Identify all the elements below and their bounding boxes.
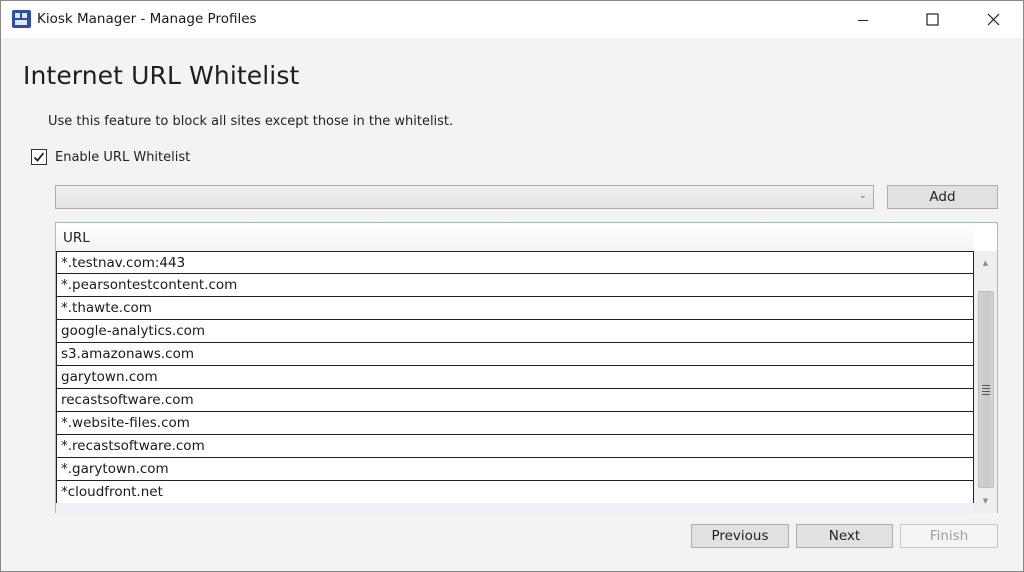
scroll-down-arrow-icon[interactable]: ▼ (974, 491, 997, 511)
minimize-button[interactable] (840, 1, 886, 38)
url-list-item[interactable]: *.website-files.com (56, 412, 974, 435)
maximize-icon (925, 13, 939, 26)
url-list-item[interactable]: s3.amazonaws.com (56, 343, 974, 366)
url-rows: *.testnav.com:443 *.pearsontestcontent.co… (56, 251, 974, 504)
scroll-up-arrow-icon[interactable]: ▲ (974, 253, 997, 273)
checkmark-icon (33, 152, 45, 162)
url-list-item[interactable]: *.pearsontestcontent.com (56, 274, 974, 297)
url-list-item[interactable]: garytown.com (56, 366, 974, 389)
chevron-down-icon[interactable]: ⌄ (859, 190, 867, 201)
minimize-icon (858, 19, 868, 21)
vertical-scrollbar[interactable]: ▲ ▼ (974, 251, 997, 513)
checkbox-label: Enable URL Whitelist (55, 149, 191, 165)
maximize-button[interactable] (909, 1, 955, 38)
url-list-item[interactable]: google-analytics.com (56, 320, 974, 343)
close-button[interactable] (970, 1, 1016, 38)
add-button[interactable]: Add (887, 185, 998, 209)
checkbox-box[interactable] (31, 149, 47, 165)
enable-url-whitelist-checkbox[interactable]: Enable URL Whitelist (31, 148, 190, 166)
url-list-item[interactable]: *.recastsoftware.com (56, 435, 974, 458)
kiosk-manager-window: Kiosk Manager - Manage Profiles Internet… (0, 0, 1024, 572)
url-list-item[interactable]: *.testnav.com:443 (56, 251, 974, 274)
app-icon (12, 10, 31, 28)
url-combobox[interactable]: ⌄ (55, 185, 874, 209)
title-bar: Kiosk Manager - Manage Profiles (1, 1, 1023, 38)
previous-button[interactable]: Previous (691, 524, 789, 548)
column-header-url[interactable]: URL (56, 223, 974, 251)
url-list-item[interactable]: *cloudfront.net (56, 481, 974, 504)
list-footer (56, 503, 974, 513)
page-title: Internet URL Whitelist (23, 61, 300, 90)
finish-button[interactable]: Finish (900, 524, 998, 548)
page-description: Use this feature to block all sites exce… (48, 114, 454, 129)
close-icon (987, 13, 999, 26)
url-list-item[interactable]: *.garytown.com (56, 458, 974, 481)
url-list: URL *.testnav.com:443 *.pearsontestconten… (55, 222, 998, 513)
scrollbar-thumb[interactable] (978, 291, 994, 488)
grip-icon (982, 385, 990, 397)
window-title: Kiosk Manager - Manage Profiles (37, 11, 257, 27)
url-list-item[interactable]: *.thawte.com (56, 297, 974, 320)
url-list-item[interactable]: recastsoftware.com (56, 389, 974, 412)
next-button[interactable]: Next (796, 524, 893, 548)
